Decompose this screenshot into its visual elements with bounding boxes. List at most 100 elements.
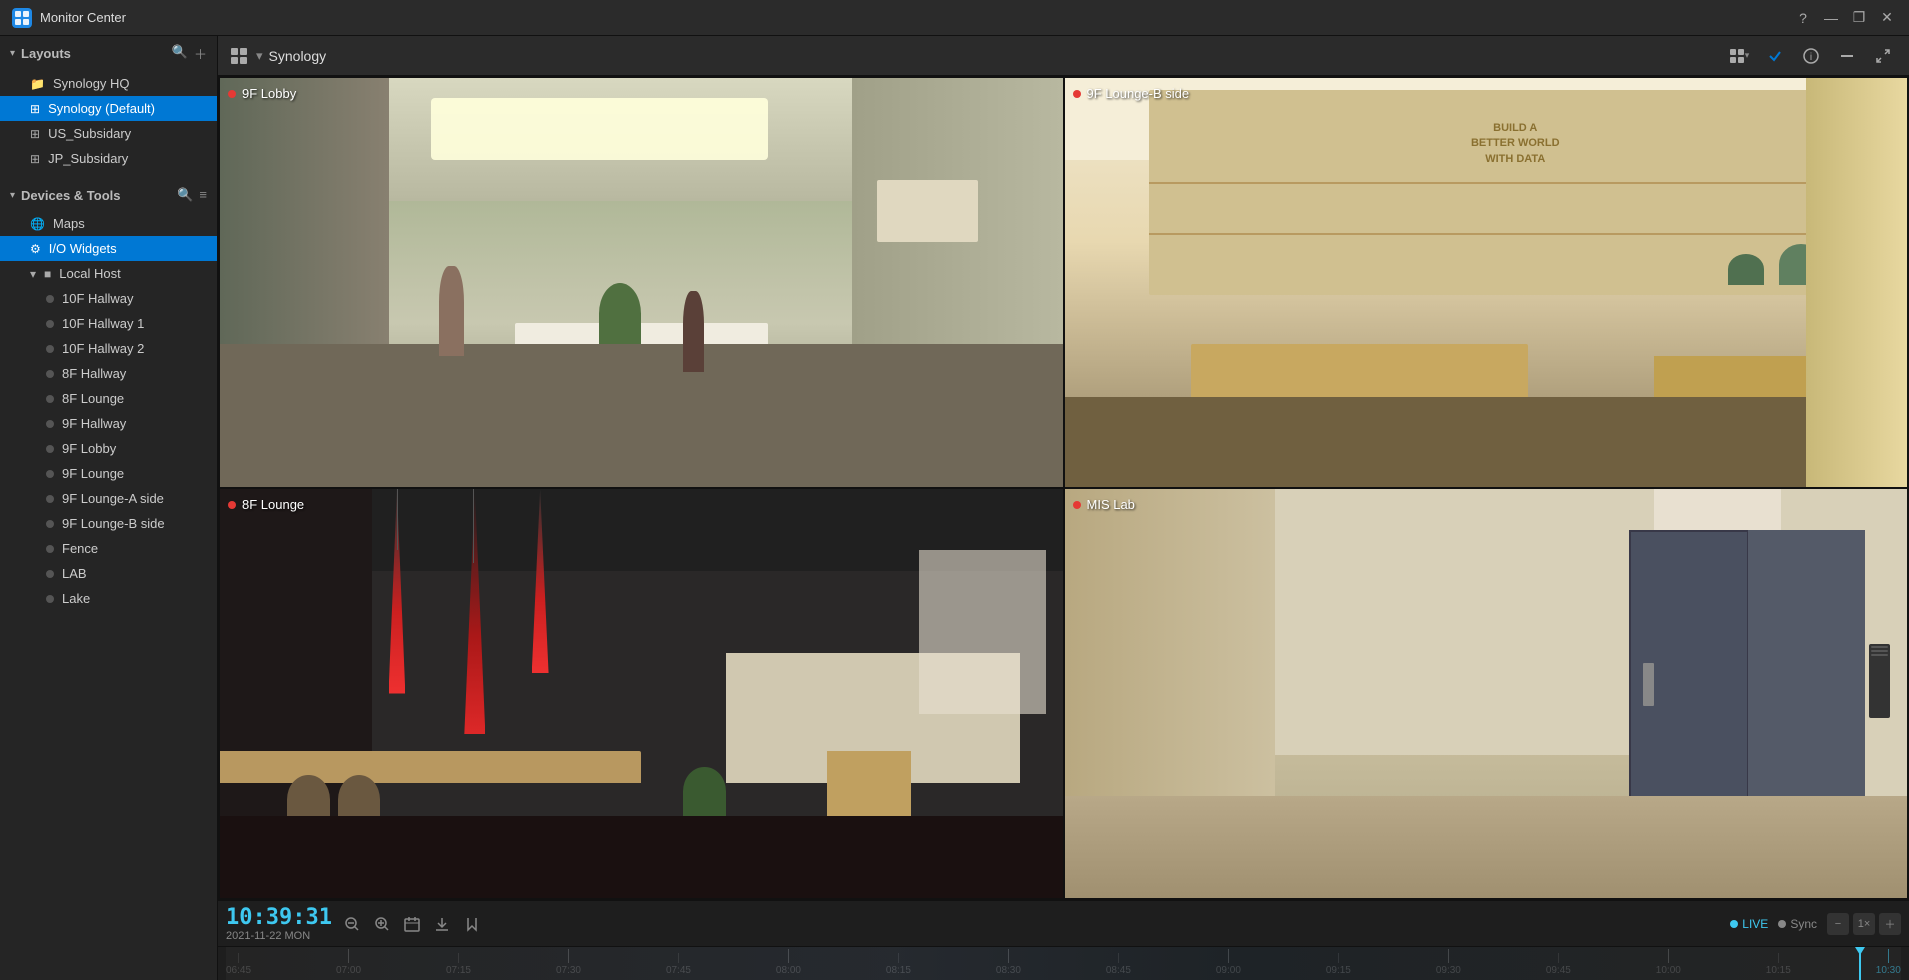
- sidebar-item-10f-hallway-2[interactable]: 10F Hallway 2: [0, 336, 217, 361]
- camera-label-8f-lounge: 8F Lounge: [228, 497, 304, 512]
- recording-dot: [1073, 501, 1081, 509]
- devices-sort-icon[interactable]: ≡: [199, 187, 207, 203]
- sidebar-item-us-subsidiary[interactable]: ⊞ US_Subsidary: [0, 121, 217, 146]
- sidebar-label-10f-hallway-2: 10F Hallway 2: [62, 341, 144, 356]
- sidebar-label-jp-subsidiary: JP_Subsidary: [48, 151, 128, 166]
- minus-btn[interactable]: −: [1827, 913, 1849, 935]
- sidebar-item-8f-hallway[interactable]: 8F Hallway: [0, 361, 217, 386]
- content-header: ▾ Synology ▾: [218, 36, 1909, 76]
- sidebar-item-9f-lounge-b[interactable]: 9F Lounge-B side: [0, 511, 217, 536]
- sidebar-item-fence[interactable]: Fence: [0, 536, 217, 561]
- camera-feed-mis-lab: [1065, 489, 1908, 898]
- time-display-container: 10:39:31 2021-11-22 MON: [226, 905, 332, 942]
- sign: [877, 180, 978, 241]
- sidebar-item-synology-default[interactable]: ⊞ Synology (Default): [0, 96, 217, 121]
- person-2: [683, 291, 704, 373]
- timeline-top: 10:39:31 2021-11-22 MON: [218, 901, 1909, 947]
- sidebar-item-maps[interactable]: 🌐 Maps: [0, 211, 217, 236]
- sidebar-item-10f-hallway-1[interactable]: 10F Hallway 1: [0, 311, 217, 336]
- camera-label-9f-lounge-b: 9F Lounge-B side: [1073, 86, 1190, 101]
- svg-text:i: i: [1810, 52, 1812, 63]
- fullscreen-btn[interactable]: [1869, 42, 1897, 70]
- camera-cell-8f-lounge[interactable]: 8F Lounge: [220, 489, 1063, 898]
- camera-feed-8f-lounge: [220, 489, 1063, 898]
- search-icon[interactable]: 🔍: [172, 44, 188, 63]
- close-button[interactable]: ✕: [1877, 8, 1897, 28]
- cam-dot: [46, 595, 54, 603]
- cam-dot: [46, 295, 54, 303]
- layout-selector-btn[interactable]: ▾: [1725, 42, 1753, 70]
- info-btn[interactable]: i: [1797, 42, 1825, 70]
- time-display: 10:39:31: [226, 905, 332, 930]
- wire-2: [473, 489, 474, 563]
- camera-grid: 9F Lobby BUILD ABETTER WORLDWITH DATA: [218, 76, 1909, 900]
- sidebar-item-9f-lounge[interactable]: 9F Lounge: [0, 461, 217, 486]
- lounge8-bg: [220, 489, 1063, 898]
- cam-dot: [46, 345, 54, 353]
- sync-button[interactable]: Sync: [1778, 917, 1817, 931]
- sidebar-label-us-subsidiary: US_Subsidary: [48, 126, 131, 141]
- zoom-in-btn[interactable]: [370, 912, 394, 936]
- cam-dot: [46, 570, 54, 578]
- layouts-section-header[interactable]: ▾ Layouts 🔍 ＋: [0, 36, 217, 71]
- timeline-ruler[interactable]: 06:45 07:00 07:15 07:30: [218, 947, 1909, 980]
- map-icon: 🌐: [30, 217, 45, 231]
- 1x-btn[interactable]: 1×: [1853, 913, 1875, 935]
- sidebar-item-jp-subsidiary[interactable]: ⊞ JP_Subsidary: [0, 146, 217, 171]
- window-controls: ? — ❐ ✕: [1793, 8, 1897, 28]
- plus-btn[interactable]: ＋: [1879, 913, 1901, 935]
- live-label: LIVE: [1742, 917, 1768, 931]
- sidebar-label-local-host: Local Host: [59, 266, 120, 281]
- calendar-btn[interactable]: [400, 912, 424, 936]
- sidebar-label-io-widgets: I/O Widgets: [49, 241, 117, 256]
- help-button[interactable]: ?: [1793, 8, 1813, 28]
- content-title: Synology: [269, 48, 1725, 64]
- camera-cell-9f-lobby[interactable]: 9F Lobby: [220, 78, 1063, 487]
- zoom-out-btn[interactable]: [340, 912, 364, 936]
- live-dot-blue: [1730, 920, 1738, 928]
- camera-cell-9f-lounge-b[interactable]: BUILD ABETTER WORLDWITH DATA: [1065, 78, 1908, 487]
- download-btn[interactable]: [430, 912, 454, 936]
- bookmark-btn[interactable]: [460, 912, 484, 936]
- layouts-label: Layouts: [21, 46, 172, 61]
- lobby-bg: [220, 78, 1063, 487]
- right-corridor: [1806, 78, 1907, 487]
- layouts-chevron: ▾: [10, 48, 15, 59]
- cam-dot: [46, 495, 54, 503]
- table-1: [1191, 344, 1528, 405]
- sidebar-item-10f-hallway[interactable]: 10F Hallway: [0, 286, 217, 311]
- host-icon: ■: [44, 267, 51, 281]
- mis-keypad: [1869, 644, 1890, 718]
- camera-name-mis-lab: MIS Lab: [1087, 497, 1135, 512]
- add-layout-icon[interactable]: ＋: [194, 44, 207, 63]
- grid-icon: ⊞: [30, 152, 40, 166]
- restore-button[interactable]: ❐: [1849, 8, 1869, 28]
- lounge-b-floor: [1065, 397, 1908, 487]
- key-1: [1871, 646, 1888, 648]
- minimize-button[interactable]: —: [1821, 8, 1841, 28]
- devices-search-icon[interactable]: 🔍: [177, 187, 193, 203]
- minimize-view-btn[interactable]: [1833, 42, 1861, 70]
- main-container: ▾ Layouts 🔍 ＋ 📁 Synology HQ ⊞ Synology (…: [0, 36, 1909, 980]
- l8-counter: [220, 751, 641, 784]
- sidebar-item-synology-hq[interactable]: 📁 Synology HQ: [0, 71, 217, 96]
- camera-label-mis-lab: MIS Lab: [1073, 497, 1135, 512]
- lobby-floor: [220, 344, 1063, 487]
- camera-cell-mis-lab[interactable]: MIS Lab: [1065, 489, 1908, 898]
- sidebar-item-8f-lounge[interactable]: 8F Lounge: [0, 386, 217, 411]
- sidebar-item-9f-lobby[interactable]: 9F Lobby: [0, 436, 217, 461]
- devices-section-header[interactable]: ▾ Devices & Tools 🔍 ≡: [0, 179, 217, 211]
- sidebar-item-io-widgets[interactable]: ⚙ I/O Widgets: [0, 236, 217, 261]
- check-btn[interactable]: [1761, 42, 1789, 70]
- camera-name-9f-lobby: 9F Lobby: [242, 86, 296, 101]
- sidebar-item-lab[interactable]: LAB: [0, 561, 217, 586]
- sidebar-item-9f-hallway[interactable]: 9F Hallway: [0, 411, 217, 436]
- timeline-right: LIVE Sync − 1× ＋: [1730, 913, 1901, 935]
- person-1: [439, 266, 464, 356]
- sidebar-item-9f-lounge-a[interactable]: 9F Lounge-A side: [0, 486, 217, 511]
- sidebar-label-8f-lounge: 8F Lounge: [62, 391, 124, 406]
- sidebar-item-local-host[interactable]: ▾ ■ Local Host: [0, 261, 217, 286]
- timeline-bar: 10:39:31 2021-11-22 MON: [218, 900, 1909, 980]
- sidebar-item-lake[interactable]: Lake: [0, 586, 217, 611]
- plant: [599, 283, 641, 344]
